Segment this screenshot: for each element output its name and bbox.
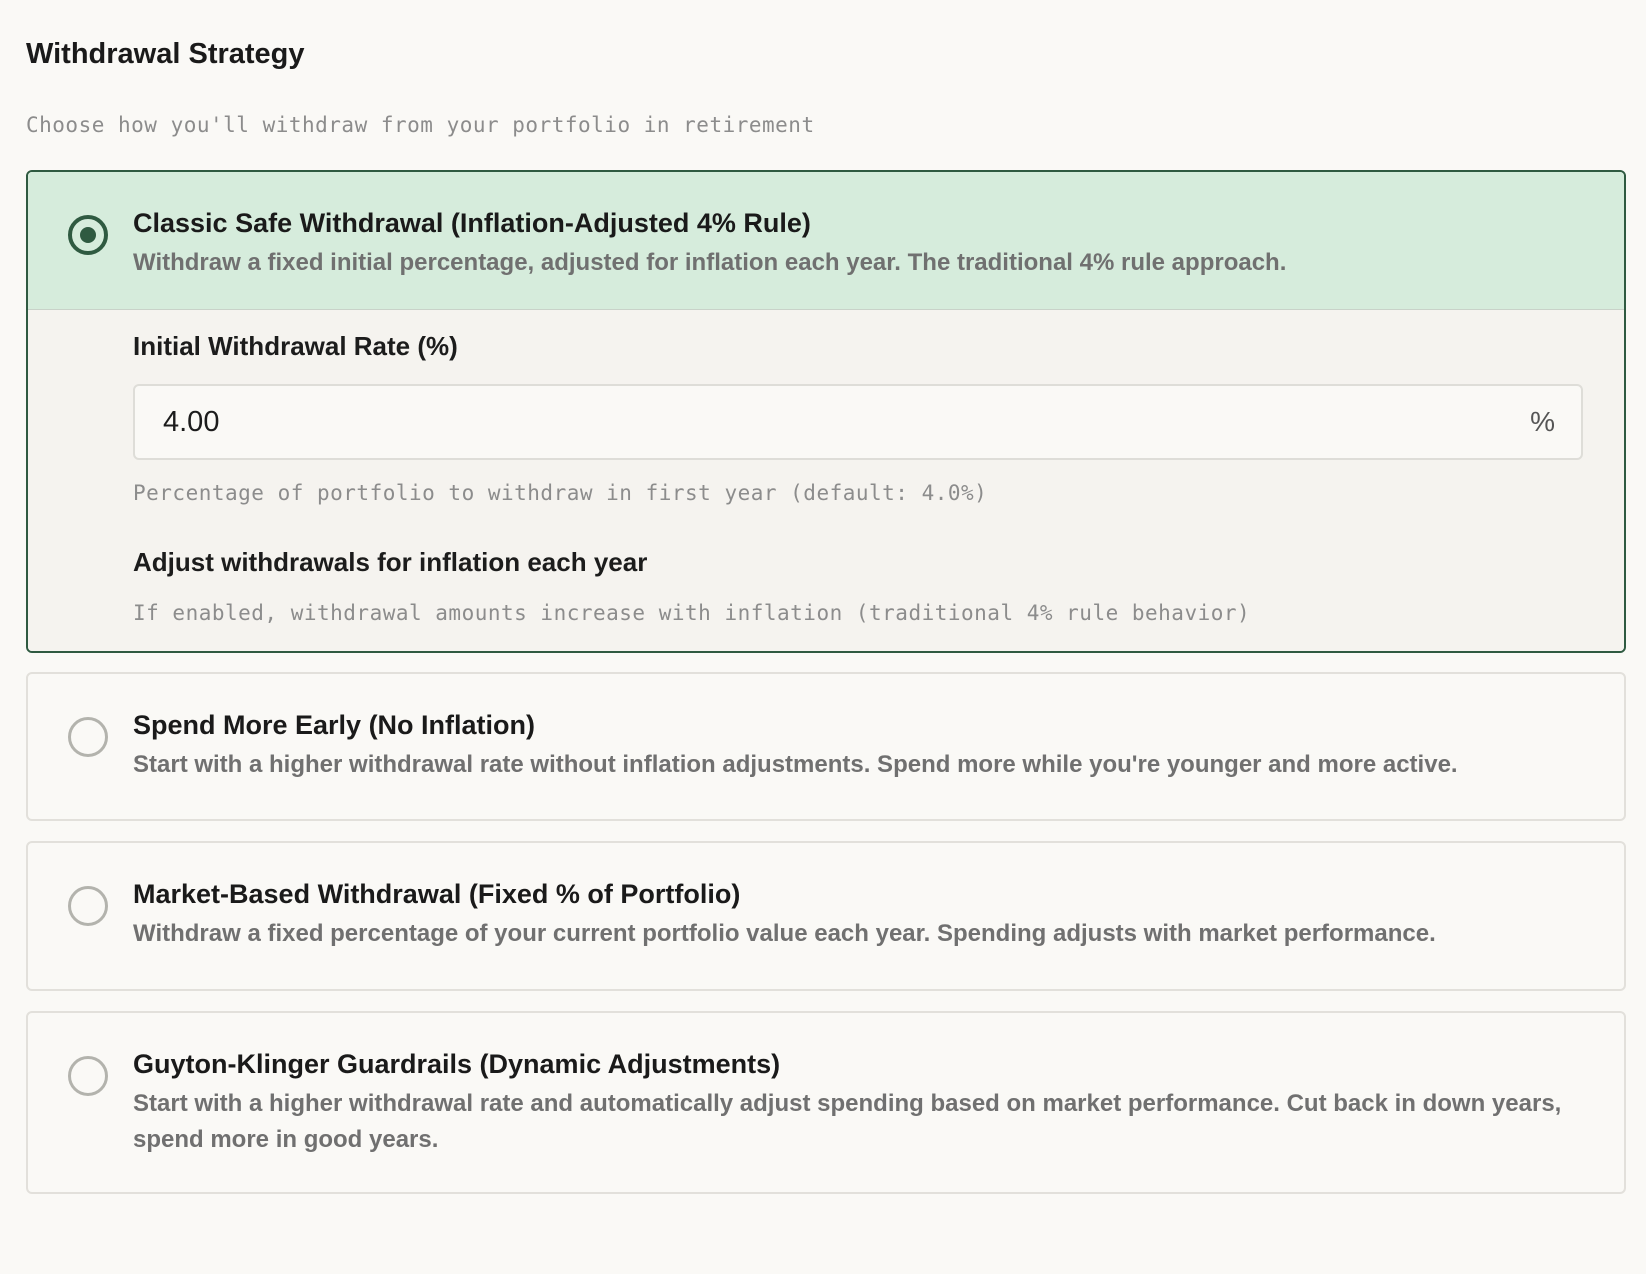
option-header[interactable]: Market-Based Withdrawal (Fixed % of Port… [28,843,1624,980]
option-title: Classic Safe Withdrawal (Inflation-Adjus… [133,208,811,238]
radio-checked-icon[interactable] [68,215,108,255]
option-title: Guyton-Klinger Guardrails (Dynamic Adjus… [133,1049,781,1079]
section-title: Withdrawal Strategy [26,38,305,70]
withdrawal-rate-hint: Percentage of portfolio to withdraw in f… [133,481,988,505]
withdrawal-rate-field[interactable]: % [133,384,1583,460]
section-subtitle: Choose how you'll withdraw from your por… [26,113,815,137]
option-header[interactable]: Guyton-Klinger Guardrails (Dynamic Adjus… [28,1013,1624,1186]
withdrawal-rate-input[interactable] [135,386,1581,458]
radio-unchecked-icon[interactable] [68,1056,108,1096]
inflation-adjust-hint: If enabled, withdrawal amounts increase … [133,601,1251,625]
option-description: Withdraw a fixed initial percentage, adj… [133,249,1287,276]
option-market-based-withdrawal[interactable]: Market-Based Withdrawal (Fixed % of Port… [26,841,1626,991]
option-title: Market-Based Withdrawal (Fixed % of Port… [133,879,741,909]
option-description: Start with a higher withdrawal rate and … [133,1090,1562,1153]
option-settings-panel: Initial Withdrawal Rate (%) % Percentage… [28,310,1624,651]
option-description: Withdraw a fixed percentage of your curr… [133,920,1436,947]
option-guyton-klinger-guardrails[interactable]: Guyton-Klinger Guardrails (Dynamic Adjus… [26,1011,1626,1194]
withdrawal-rate-label: Initial Withdrawal Rate (%) [133,331,458,361]
option-header[interactable]: Classic Safe Withdrawal (Inflation-Adjus… [28,172,1624,310]
option-title: Spend More Early (No Inflation) [133,710,536,740]
radio-unchecked-icon[interactable] [68,717,108,757]
option-classic-safe-withdrawal[interactable]: Classic Safe Withdrawal (Inflation-Adjus… [26,170,1626,653]
option-header[interactable]: Spend More Early (No Inflation) Start wi… [28,674,1624,811]
inflation-adjust-label[interactable]: Adjust withdrawals for inflation each ye… [133,544,1584,580]
option-description: Start with a higher withdrawal rate with… [133,751,1458,778]
option-spend-more-early[interactable]: Spend More Early (No Inflation) Start wi… [26,672,1626,821]
percent-suffix: % [1530,406,1555,437]
radio-unchecked-icon[interactable] [68,886,108,926]
